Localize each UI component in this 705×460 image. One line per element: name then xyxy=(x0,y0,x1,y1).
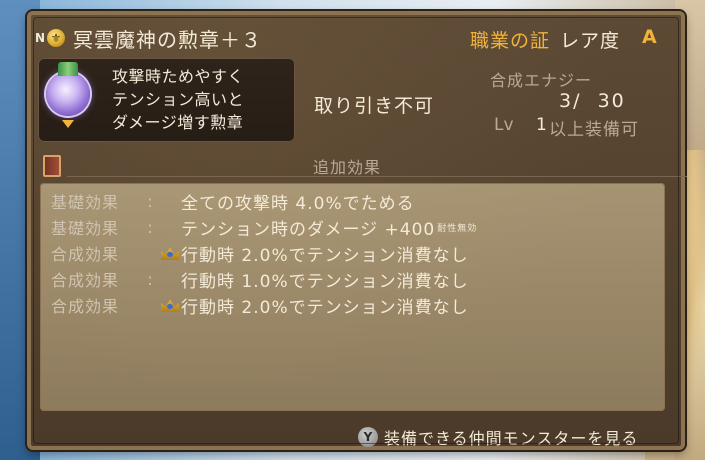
effect-icon-slot xyxy=(159,295,181,315)
effect-icon-slot xyxy=(159,243,181,263)
effect-row: 合成効果 行動時 2.0%でテンション消費なし xyxy=(51,292,651,318)
effect-separator: : xyxy=(147,269,153,289)
effect-row: 基礎効果 : テンション時のダメージ +400 耐性無効 xyxy=(51,214,651,240)
effect-label: 基礎効果 xyxy=(51,219,120,238)
synthesis-energy-label: 合成エナジー xyxy=(490,71,593,90)
level-label: Lv xyxy=(494,115,514,135)
effect-text-value: 行動時 2.0%でテンション消費なし xyxy=(181,297,469,318)
effect-icon-slot xyxy=(159,191,181,211)
effect-icon-slot xyxy=(159,269,181,289)
effect-separator: : xyxy=(147,191,153,211)
item-title: 冥雲魔神の勲章＋３ xyxy=(73,27,263,52)
effect-text: テンション時のダメージ +400 耐性無効 xyxy=(181,215,477,240)
item-icon-frame[interactable] xyxy=(42,62,94,128)
effect-text-value: テンション時のダメージ +400 xyxy=(181,219,436,240)
job-proof-label: 職業の証 xyxy=(470,30,551,52)
description-line: ダメージ増す勲章 xyxy=(112,113,244,132)
level-value: 1 xyxy=(536,115,547,135)
effect-text: 行動時 1.0%でテンション消費なし xyxy=(181,267,469,292)
medal-item-icon xyxy=(46,62,90,116)
effect-row: 合成効果 行動時 2.0%でテンション消費なし xyxy=(51,240,651,266)
effect-label: 合成効果 xyxy=(51,271,120,290)
effect-text-value: 行動時 2.0%でテンション消費なし xyxy=(181,245,469,266)
effect-text: 全ての攻撃時 4.0%でためる xyxy=(181,189,415,214)
n-badge: N xyxy=(35,31,46,45)
rarity-label: レア度 xyxy=(560,30,621,52)
effect-label: 合成効果 xyxy=(51,297,120,316)
synthesis-energy-value: 3/ 30 xyxy=(559,90,626,112)
y-button-icon[interactable]: Y xyxy=(358,427,378,447)
effect-separator: : xyxy=(147,217,153,237)
medal-icon: ⚜ xyxy=(47,29,66,47)
effect-label: 合成効果 xyxy=(51,245,120,264)
effects-list: 基礎効果 : 全ての攻撃時 4.0%でためる 基礎効果 : テンション時のダメー… xyxy=(51,188,651,318)
title-row: N ⚜ 冥雲魔神の勲章＋３ xyxy=(35,25,263,52)
arrow-down-icon[interactable] xyxy=(62,120,74,128)
effect-row: 基礎効果 : 全ての攻撃時 4.0%でためる xyxy=(51,188,651,214)
effect-text: 行動時 2.0%でテンション消費なし xyxy=(181,241,469,266)
trade-status: 取り引き不可 xyxy=(314,95,435,117)
section-divider xyxy=(67,176,687,177)
view-allies-button[interactable]: Y 装備できる仲間モンスターを見る xyxy=(358,425,638,449)
effect-row: 合成効果 : 行動時 1.0%でテンション消費なし xyxy=(51,266,651,292)
view-allies-label: 装備できる仲間モンスターを見る xyxy=(384,429,639,448)
description-line: 攻撃時ためやすく xyxy=(112,67,245,86)
crown-icon xyxy=(161,299,179,312)
book-icon xyxy=(43,155,61,177)
item-detail-panel: N ⚜ 冥雲魔神の勲章＋３ 職業の証 レア度 A 攻撃時ためやすく テンション高… xyxy=(27,11,687,450)
crown-icon xyxy=(161,247,179,260)
effect-text-value: 行動時 1.0%でテンション消費なし xyxy=(181,271,469,292)
rarity-grade: A xyxy=(642,26,657,48)
effect-text-value: 全ての攻撃時 4.0%でためる xyxy=(181,193,415,214)
effects-section-title: 追加効果 xyxy=(313,158,382,177)
level-suffix: 以上装備可 xyxy=(549,120,639,140)
item-description: 攻撃時ためやすく テンション高いと ダメージ増す勲章 xyxy=(112,65,288,134)
description-line: テンション高いと xyxy=(112,90,245,109)
effect-text: 行動時 2.0%でテンション消費なし xyxy=(181,293,469,318)
effect-note: 耐性無効 xyxy=(437,224,478,234)
effect-icon-slot xyxy=(159,217,181,237)
effect-label: 基礎効果 xyxy=(51,193,120,212)
